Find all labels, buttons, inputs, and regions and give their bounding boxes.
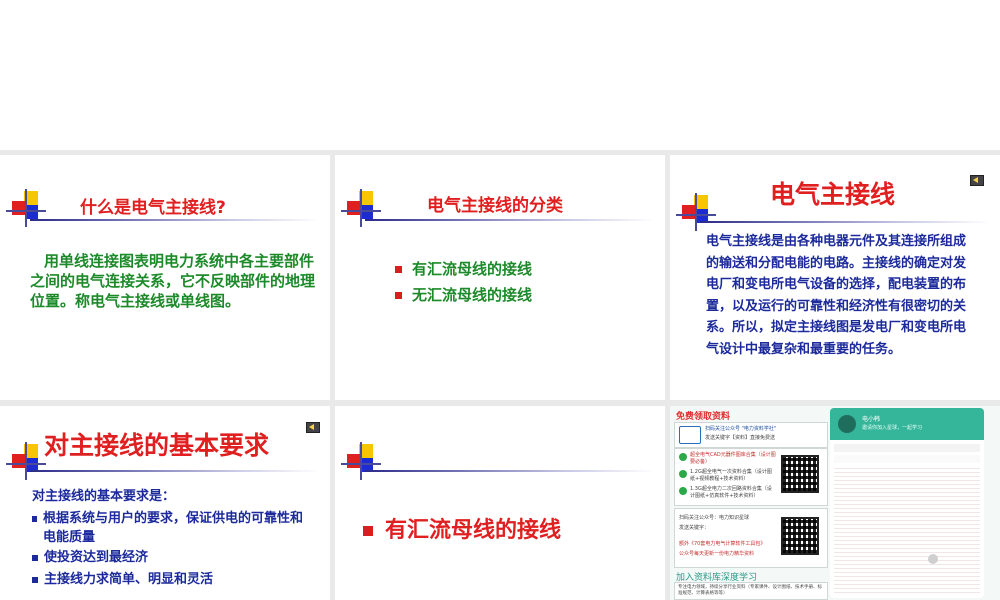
planet-panel: 电小韩 邀请你加入星球，一起学习 xyxy=(830,408,984,598)
title-rule xyxy=(365,219,655,221)
check-icon xyxy=(679,453,687,461)
slide-thumbnail-4[interactable]: 对主接线的基本要求 对主接线的基本要求是： 根据系统与用户的要求，保证供电的可靠… xyxy=(0,406,330,600)
panel-subtabs xyxy=(834,455,980,463)
list-item: 使投资达到最经济 xyxy=(32,547,304,569)
slide-thumbnail-1[interactable]: 什么是电气主接线? 用单线连接图表明电力系统中各主要部件之间的电气连接关系，它不… xyxy=(0,155,330,400)
slide-body: 用单线连接图表明电力系统中各主要部件之间的电气连接关系，它不反映部件的地理位置。… xyxy=(30,252,316,310)
avatar xyxy=(838,415,856,433)
title-rule xyxy=(700,221,990,223)
check-icon xyxy=(679,487,687,495)
bullet-list: 有汇流母线的接线 无汇流母线的接线 xyxy=(395,256,645,308)
list-item: 主接线力求简单、明显和灵活 xyxy=(32,569,304,591)
speaker-icon[interactable] xyxy=(970,173,984,186)
book-icon xyxy=(679,426,701,444)
list-item: 有汇流母线的接线 xyxy=(395,256,645,282)
slide-title: 什么是电气主接线? xyxy=(80,198,226,218)
slide-thumbnail-6[interactable]: 免费领取资料 扫码关注公众号 "电力资料学社" 发送关键字【资料】直接免费送 超… xyxy=(670,406,1000,600)
panel-list xyxy=(834,468,980,596)
qr-code-icon xyxy=(781,455,819,493)
promo-card-2: 扫码关注公众号：电力知识星球 发送关键字： 额外《70套电力电气计算软件工具包》… xyxy=(674,508,828,568)
panel-tabs xyxy=(834,444,980,452)
slide-title: 电气主接线的分类 xyxy=(427,196,563,216)
promo-card-checks: 超全电气CAD元器件图库合集（设计图要必备） 1.2G超全电气一次资料合集（设计… xyxy=(674,448,828,506)
title-rule xyxy=(30,219,320,221)
promo-card-1: 扫码关注公众号 "电力资料学社" 发送关键字【资料】直接免费送 xyxy=(674,422,828,448)
slide-thumbnail-5[interactable]: 有汇流母线的接线 xyxy=(335,406,665,600)
slide-thumbnail-2[interactable]: 电气主接线的分类 有汇流母线的接线 无汇流母线的接线 xyxy=(335,155,665,400)
slide-title: 对主接线的基本要求 xyxy=(44,431,270,460)
slide-title: 电气主接线 xyxy=(770,180,896,209)
check-icon xyxy=(679,470,687,478)
list-item: 根据系统与用户的要求，保证供电的可靠性和电能质量 xyxy=(32,508,304,547)
slide-title: 有汇流母线的接线 xyxy=(363,512,561,544)
bullet-square-icon xyxy=(32,554,38,561)
intro-text: 对主接线的基本要求是： xyxy=(32,489,176,504)
bullet-square-icon xyxy=(32,576,38,583)
panel-dot-icon xyxy=(928,554,938,564)
deco-squares-icon xyxy=(6,189,46,227)
bullet-square-icon xyxy=(363,526,373,536)
bullet-square-icon xyxy=(395,292,402,299)
title-rule xyxy=(30,470,320,472)
speaker-icon[interactable] xyxy=(306,420,320,433)
list-item: 无汇流母线的接线 xyxy=(395,282,645,308)
bullet-square-icon xyxy=(395,266,402,273)
bullet-square-icon xyxy=(32,516,38,522)
slide-body: 电气主接线是由各种电器元件及其连接所组成的输送和分配电能的电路。主接线的确定对发… xyxy=(706,234,967,357)
slide-thumbnail-3[interactable]: 电气主接线 电气主接线是由各种电器元件及其连接所组成的输送和分配电能的电路。主接… xyxy=(670,155,1000,400)
top-blank-area xyxy=(0,0,1000,150)
qr-code-icon xyxy=(781,517,819,555)
deco-squares-icon xyxy=(341,442,381,480)
title-rule xyxy=(365,470,655,472)
promo-header: 免费领取资料 xyxy=(676,412,731,422)
promo-card-3: 专注电力领域，持续分享行业资料（专家课件、设计图纸、技术手册、标准规范、计算表格… xyxy=(674,582,828,600)
deco-squares-icon xyxy=(6,442,46,480)
deco-squares-icon xyxy=(341,189,381,227)
deco-squares-icon xyxy=(676,193,716,231)
panel-header: 电小韩 邀请你加入星球，一起学习 xyxy=(830,408,984,440)
slide-body: 对主接线的基本要求是： 根据系统与用户的要求，保证供电的可靠性和电能质量 使投资… xyxy=(32,486,304,591)
